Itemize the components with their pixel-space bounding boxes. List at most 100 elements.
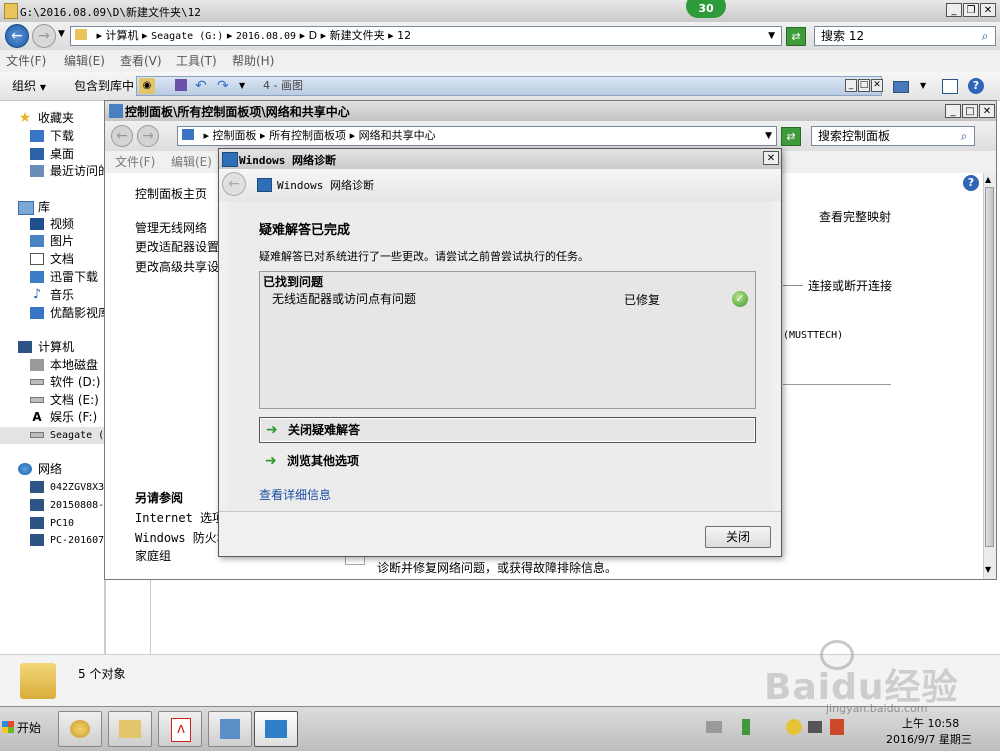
breadcrumb-d[interactable]: D — [309, 29, 317, 42]
security-tray-icon[interactable] — [830, 719, 844, 735]
menu-tools[interactable]: 工具(T) — [176, 50, 217, 72]
menu-file[interactable]: 文件(F) — [6, 50, 46, 72]
chevron-down-icon[interactable]: ▼ — [920, 72, 926, 100]
search-icon[interactable]: ⌕ — [956, 128, 972, 144]
tree-downloads[interactable]: 下载 — [0, 128, 104, 145]
taskbar-pdf[interactable]: ᴧ — [158, 711, 202, 747]
tree-pc-3[interactable]: PC10 — [0, 515, 104, 532]
address-dropdown-icon[interactable]: ▼ — [765, 127, 772, 145]
taskbar-paint[interactable] — [58, 711, 102, 747]
cp-scrollbar[interactable]: ▲ ▼ — [983, 173, 996, 579]
address-dropdown-icon[interactable]: ▼ — [768, 27, 775, 45]
homegroup-link[interactable]: 家庭组 — [135, 547, 171, 564]
chevron-down-icon[interactable]: ▼ — [58, 29, 65, 39]
breadcrumb-new-folder[interactable]: 新建文件夹 — [330, 29, 385, 42]
tree-pc-2[interactable]: 20150808- — [0, 497, 104, 514]
connect-disconnect-link[interactable]: 连接或断开连接 — [808, 277, 892, 294]
keyboard-tray-icon[interactable] — [706, 721, 722, 733]
cp-minimize-button[interactable]: _ — [945, 104, 961, 118]
control-panel-title-bar[interactable]: 控制面板\所有控制面板项\网络和共享中心 _ □ ✕ — [105, 101, 996, 121]
cp-back-button[interactable]: ← — [111, 125, 133, 147]
explore-options-command[interactable]: ➜ 浏览其他选项 — [259, 449, 756, 475]
adapter-settings-link[interactable]: 更改适配器设置 — [135, 238, 219, 255]
redo-icon[interactable]: ↷ — [217, 77, 229, 95]
outer-title-bar[interactable]: G:\2016.08.09\D\新建文件夹\12 30 _ ❐ ✕ — [0, 0, 1000, 23]
breadcrumb-all-items[interactable]: 所有控制面板项 — [269, 129, 346, 142]
search-icon[interactable]: ⌕ — [977, 28, 993, 44]
cp-forward-button[interactable]: → — [137, 125, 159, 147]
paint-maximize-button[interactable]: □ — [858, 79, 870, 92]
tree-pictures[interactable]: 图片 — [0, 233, 104, 250]
tree-desktop[interactable]: 桌面 — [0, 146, 104, 163]
breadcrumb-control-panel[interactable]: 控制面板 — [213, 129, 257, 142]
refresh-icon[interactable]: ⇄ — [786, 27, 806, 46]
close-button[interactable]: ✕ — [980, 3, 996, 17]
menu-view[interactable]: 查看(V) — [120, 50, 162, 72]
battery-tray-icon[interactable] — [742, 719, 750, 735]
menu-edit[interactable]: 编辑(E) — [64, 50, 105, 72]
taskbar-control-panel[interactable] — [208, 711, 252, 747]
breadcrumb-seagate[interactable]: Seagate (G:) — [151, 31, 223, 42]
tree-thunder[interactable]: 迅雷下载 — [0, 269, 104, 286]
view-options-icon[interactable] — [893, 81, 909, 93]
dialog-close-x-button[interactable]: ✕ — [763, 151, 779, 165]
paint-minimize-button[interactable]: _ — [845, 79, 857, 92]
tree-computer[interactable]: 计算机 — [0, 339, 104, 356]
view-details-link[interactable]: 查看详细信息 — [259, 486, 331, 503]
view-full-map-link[interactable]: 查看完整映射 — [819, 208, 891, 225]
internet-options-link[interactable]: Internet 选项 — [135, 509, 224, 526]
taskbar-explorer[interactable] — [108, 711, 152, 747]
paint-app-icon[interactable]: ◉ — [139, 78, 155, 94]
help-icon[interactable]: ? — [968, 78, 984, 94]
tree-network[interactable]: 网络 — [0, 461, 104, 478]
chevron-down-icon[interactable]: ▼ — [239, 77, 245, 95]
tree-drive-g[interactable]: Seagate ( — [0, 427, 104, 444]
cp-maximize-button[interactable]: □ — [962, 104, 978, 118]
forward-button[interactable]: → — [32, 24, 56, 48]
tree-pc-1[interactable]: 042ZGV8X3 — [0, 479, 104, 496]
back-button[interactable]: ← — [5, 24, 29, 48]
cp-menu-file[interactable]: 文件(F) — [115, 151, 155, 173]
outer-search-input[interactable]: 搜索 12 ⌕ — [814, 26, 996, 46]
clock-date[interactable]: 2016/9/7 星期三 — [886, 731, 972, 747]
start-button[interactable]: 开始 — [2, 713, 48, 743]
tree-library[interactable]: 库 — [0, 199, 104, 216]
refresh-icon[interactable]: ⇄ — [781, 127, 801, 146]
close-troubleshooter-command[interactable]: ➜ 关闭疑难解答 — [259, 417, 756, 443]
scroll-down-icon[interactable]: ▼ — [985, 565, 991, 574]
include-in-library-button[interactable]: 包含到库中 — [74, 72, 134, 100]
tree-documents[interactable]: 文档 — [0, 251, 104, 268]
dialog-back-button[interactable]: ← — [222, 172, 246, 196]
firewall-link[interactable]: Windows 防火墙 — [135, 529, 229, 546]
breadcrumb-date[interactable]: 2016.08.09 — [236, 31, 296, 42]
tree-drive-f[interactable]: A 娱乐 (F:) — [0, 409, 104, 426]
dialog-close-button[interactable]: 关闭 — [705, 526, 771, 548]
cp-home-link[interactable]: 控制面板主页 — [135, 185, 207, 202]
paint-close-button[interactable]: ✕ — [871, 79, 883, 92]
breadcrumb-network-center[interactable]: 网络和共享中心 — [359, 129, 436, 142]
scroll-up-icon[interactable]: ▲ — [985, 175, 991, 184]
tree-recent[interactable]: 最近访问的 — [0, 163, 104, 180]
tree-favorites[interactable]: ★ 收藏夹 — [0, 110, 104, 127]
breadcrumb-12[interactable]: 12 — [397, 29, 411, 42]
tree-drive-d[interactable]: 软件 (D:) — [0, 374, 104, 391]
taskbar-network-diagnostics[interactable] — [254, 711, 298, 747]
preview-pane-icon[interactable] — [942, 79, 958, 94]
organize-button[interactable]: 组织 ▼ — [12, 72, 46, 102]
cp-search-input[interactable]: 搜索控制面板 ⌕ — [811, 126, 975, 146]
undo-icon[interactable]: ↶ — [195, 77, 207, 95]
minimize-button[interactable]: _ — [946, 3, 962, 17]
cp-close-button[interactable]: ✕ — [979, 104, 995, 118]
network-tray-icon[interactable] — [786, 719, 802, 735]
tree-drive-e[interactable]: 文档 (E:) — [0, 392, 104, 409]
cp-menu-edit[interactable]: 编辑(E) — [171, 151, 212, 173]
advanced-sharing-link[interactable]: 更改高级共享设 — [135, 258, 219, 275]
scroll-thumb[interactable] — [985, 187, 994, 547]
tree-youku[interactable]: 优酷影视库 — [0, 305, 104, 322]
tree-local-disk[interactable]: 本地磁盘 — [0, 357, 104, 374]
help-icon[interactable]: ? — [963, 175, 979, 191]
volume-tray-icon[interactable] — [808, 721, 822, 733]
cp-address-field[interactable]: ▸ 控制面板 ▸ 所有控制面板项 ▸ 网络和共享中心 ▼ — [177, 126, 777, 146]
save-icon[interactable] — [175, 79, 187, 91]
menu-help[interactable]: 帮助(H) — [232, 50, 274, 72]
